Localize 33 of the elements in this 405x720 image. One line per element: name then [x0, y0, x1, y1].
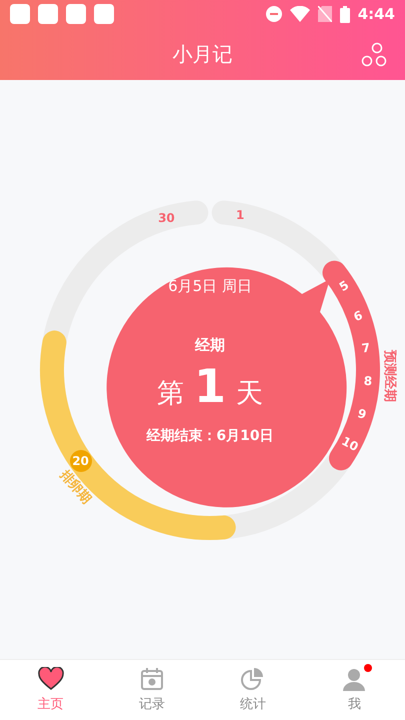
heart-icon	[38, 667, 64, 691]
day-number: 6	[352, 308, 365, 324]
day-number: 9	[356, 406, 368, 422]
nav-tab[interactable]: 我	[304, 660, 405, 720]
day-number: 8	[362, 374, 372, 388]
day-suffix: 天	[236, 377, 263, 411]
no-sim-icon	[318, 6, 332, 22]
wifi-icon	[290, 6, 310, 22]
period-end-text: 经期结束：6月10日	[146, 427, 274, 445]
nav-tab[interactable]: 记录	[101, 660, 202, 720]
app-title: 小月记	[172, 40, 232, 68]
day-number: 5	[336, 278, 352, 294]
notification-icon	[66, 4, 86, 24]
calendar-icon	[140, 667, 164, 691]
notification-icon	[94, 4, 114, 24]
day-number: 10	[338, 434, 360, 454]
nav-tab[interactable]: 统计	[202, 660, 304, 720]
notification-icon	[38, 4, 58, 24]
notification-icon	[10, 4, 30, 24]
day-number: 7	[361, 340, 372, 356]
status-time: 4:44	[358, 5, 395, 23]
day-number: 1	[236, 208, 244, 222]
day-number: 30	[158, 211, 175, 226]
share-icon[interactable]	[361, 42, 387, 68]
day-prefix: 第	[156, 377, 184, 411]
person-icon	[342, 667, 366, 691]
nav-tab[interactable]: 主页	[0, 660, 102, 720]
battery-icon	[340, 6, 350, 22]
day-count: 1	[194, 359, 226, 413]
phase-text: 经期	[195, 336, 225, 355]
date-text: 6月5日 周日	[168, 277, 252, 296]
period-label: 预测经期	[380, 350, 398, 402]
do-not-disturb-icon	[266, 6, 282, 22]
